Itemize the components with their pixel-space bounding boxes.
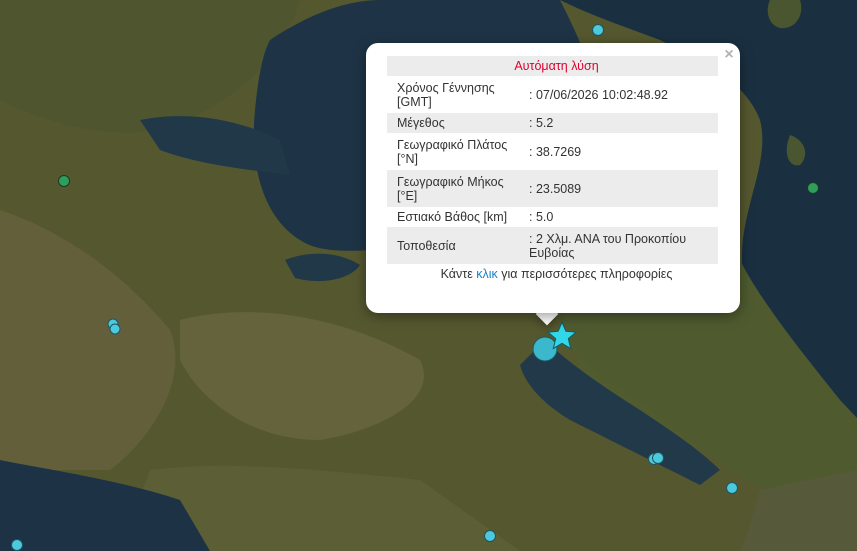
info-label: Εστιακό Βάθος [km] — [397, 210, 508, 224]
info-row-location: Τοποθεσία : 2 Χλμ. ΑΝΑ του Προκοπίου Ευβ… — [387, 227, 718, 264]
info-row-longitude: Γεωγραφικό Μήκος [°E] : 23.5089 — [387, 170, 718, 207]
event-marker-cyan[interactable] — [11, 539, 23, 551]
event-marker-cyan[interactable] — [109, 323, 121, 335]
event-marker-green[interactable] — [807, 182, 819, 194]
more-info-link[interactable]: κλικ — [476, 267, 498, 281]
footer-text-after: για περισσότερες πληροφορίες — [497, 267, 673, 281]
event-marker-cyan[interactable] — [726, 482, 738, 494]
info-label: Χρόνος Γέννησης [GMT] — [397, 80, 495, 109]
event-marker-cyan[interactable] — [484, 530, 496, 542]
info-label: Γεωγραφικό Μήκος [°E] — [387, 170, 527, 207]
info-value: : 5.2 — [527, 113, 718, 133]
info-value: : 2 Χλμ. ΑΝΑ του Προκοπίου Ευβοίας — [527, 227, 718, 264]
event-marker-cyan[interactable] — [652, 452, 664, 464]
event-info-table: Αυτόματη λύση Χρόνος Γέννησης [GMT] : 07… — [387, 56, 718, 284]
info-value: : 38.7269 — [529, 144, 582, 159]
close-icon[interactable]: × — [722, 46, 736, 64]
event-marker-cyan[interactable] — [592, 24, 604, 36]
info-row-depth: Εστιακό Βάθος [km] : 5.0 — [387, 207, 718, 227]
info-row-latitude: Γεωγραφικό Πλάτος [°N] : 38.7269 — [387, 133, 718, 170]
popup-title: Αυτόματη λύση — [387, 56, 718, 76]
event-marker-green[interactable] — [58, 175, 70, 187]
info-value: : 5.0 — [529, 210, 554, 224]
info-row-magnitude: Μέγεθος : 5.2 — [387, 113, 718, 133]
info-value: : 07/06/2026 10:02:48.92 — [529, 87, 669, 102]
info-label: Γεωγραφικό Πλάτος [°N] — [397, 137, 508, 166]
popup-footer: Κάντε κλικ για περισσότερες πληροφορίες — [387, 264, 718, 284]
info-label: Τοποθεσία — [387, 227, 527, 264]
footer-text-before: Κάντε — [440, 267, 477, 281]
info-row-time: Χρόνος Γέννησης [GMT] : 07/06/2026 10:02… — [387, 76, 718, 113]
popup-title-row: Αυτόματη λύση — [387, 56, 718, 76]
popup-footer-row: Κάντε κλικ για περισσότερες πληροφορίες — [387, 264, 718, 284]
info-label: Μέγεθος — [387, 113, 527, 133]
info-value: : 23.5089 — [527, 170, 718, 207]
